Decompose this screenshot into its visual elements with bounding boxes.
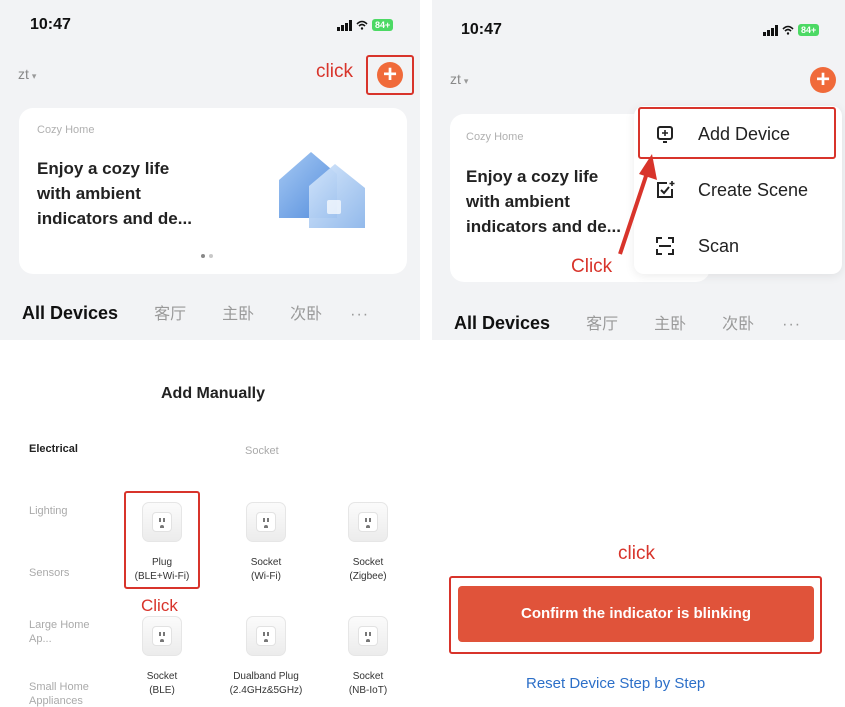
card-line-1: Enjoy a cozy life xyxy=(466,167,599,186)
status-time: 10:47 xyxy=(30,16,71,33)
home-screen-panel: 10:47 84+ zt ▾ click + Cozy Home Enjoy a … xyxy=(0,0,420,340)
card-line-1: Enjoy a cozy life xyxy=(37,159,170,178)
card-subtitle: Cozy Home xyxy=(466,131,524,143)
arrow-annotation-icon xyxy=(606,150,676,260)
battery-icon: 84+ xyxy=(798,24,820,36)
plug-icon xyxy=(246,616,286,656)
socket-icon xyxy=(348,616,388,656)
click-annotation: click xyxy=(618,543,655,564)
card-line-2: with ambient xyxy=(466,192,570,211)
click-annotation: Click xyxy=(571,256,613,277)
chevron-down-icon: ▾ xyxy=(463,76,469,86)
battery-icon: 84+ xyxy=(372,19,394,31)
wifi-icon xyxy=(356,20,368,30)
card-subtitle: Cozy Home xyxy=(37,124,95,136)
device-protocol: (Wi-Fi) xyxy=(251,571,281,582)
tab-living-room[interactable]: 客厅 xyxy=(154,300,186,324)
more-icon[interactable]: ··· xyxy=(350,306,369,324)
carousel-dots xyxy=(201,254,213,258)
menu-item-label: Create Scene xyxy=(698,179,809,200)
click-annotation: Click xyxy=(141,596,178,615)
add-button[interactable]: + xyxy=(810,67,836,93)
card-line-3: indicators and de... xyxy=(466,217,621,236)
highlight-box xyxy=(124,491,200,589)
home-name: zt xyxy=(18,66,29,82)
card-line-3: indicators and de... xyxy=(37,209,192,228)
confirm-indicator-button[interactable]: Confirm the indicator is blinking xyxy=(458,586,814,642)
status-icons: 84+ xyxy=(763,24,820,36)
menu-item-label: Scan xyxy=(698,235,740,256)
house-illustration-icon xyxy=(271,142,371,232)
device-protocol: (NB-IoT) xyxy=(348,685,388,696)
tab-second-bedroom[interactable]: 次卧 xyxy=(290,300,322,324)
category-small-home-appliances[interactable]: Small Home Appliances xyxy=(29,680,104,707)
tab-second-bedroom[interactable]: 次卧 xyxy=(722,310,754,334)
scene-card[interactable]: Cozy Home Enjoy a cozy life with ambient… xyxy=(19,108,407,274)
status-icons: 84+ xyxy=(337,19,394,31)
device-name: Socket xyxy=(352,557,384,568)
wifi-icon xyxy=(782,25,794,35)
chevron-down-icon: ▾ xyxy=(31,71,37,81)
tab-all-devices[interactable]: All Devices xyxy=(22,303,118,324)
device-protocol: (BLE) xyxy=(149,685,175,696)
home-name: zt xyxy=(450,71,461,87)
signal-icon xyxy=(763,24,778,36)
room-tabs: All Devices 客厅 主卧 次卧 ··· xyxy=(454,310,801,334)
socket-icon xyxy=(348,502,388,542)
click-annotation: click xyxy=(316,61,353,82)
category-electrical[interactable]: Electrical xyxy=(29,442,78,456)
home-selector[interactable]: zt ▾ xyxy=(18,66,36,82)
status-time: 10:47 xyxy=(461,21,502,38)
page-title: Add Manually xyxy=(161,385,266,402)
add-menu-panel: 10:47 84+ zt ▾ + Cozy Home Enjoy a cozy l… xyxy=(432,0,845,340)
device-name: Socket xyxy=(352,671,384,682)
tab-master-bedroom[interactable]: 主卧 xyxy=(654,310,686,334)
section-socket: Socket xyxy=(245,445,279,457)
card-line-2: with ambient xyxy=(37,184,141,203)
category-large-home-appliances[interactable]: Large Home Ap... xyxy=(29,618,99,646)
device-name: Socket xyxy=(146,671,178,682)
device-protocol: (Zigbee) xyxy=(349,571,387,582)
tab-living-room[interactable]: 客厅 xyxy=(586,310,618,334)
add-button[interactable]: + xyxy=(377,62,403,88)
category-lighting[interactable]: Lighting xyxy=(29,504,68,518)
more-icon[interactable]: ··· xyxy=(782,316,801,334)
room-tabs: All Devices 客厅 主卧 次卧 ··· xyxy=(22,300,369,324)
home-selector[interactable]: zt ▾ xyxy=(450,71,468,87)
signal-icon xyxy=(337,19,352,31)
device-name: Socket xyxy=(250,557,282,568)
tab-master-bedroom[interactable]: 主卧 xyxy=(222,300,254,324)
socket-icon xyxy=(142,616,182,656)
socket-icon xyxy=(246,502,286,542)
device-name: Dualband Plug xyxy=(233,671,299,682)
confirm-panel: click Confirm the indicator is blinking … xyxy=(432,350,845,707)
category-sensors[interactable]: Sensors xyxy=(29,566,69,580)
tab-all-devices[interactable]: All Devices xyxy=(454,313,550,334)
add-manually-panel: Add Manually Electrical Lighting Sensors… xyxy=(0,350,420,707)
device-protocol: (2.4GHz&5GHz) xyxy=(229,685,303,696)
reset-device-link[interactable]: Reset Device Step by Step xyxy=(526,675,705,692)
